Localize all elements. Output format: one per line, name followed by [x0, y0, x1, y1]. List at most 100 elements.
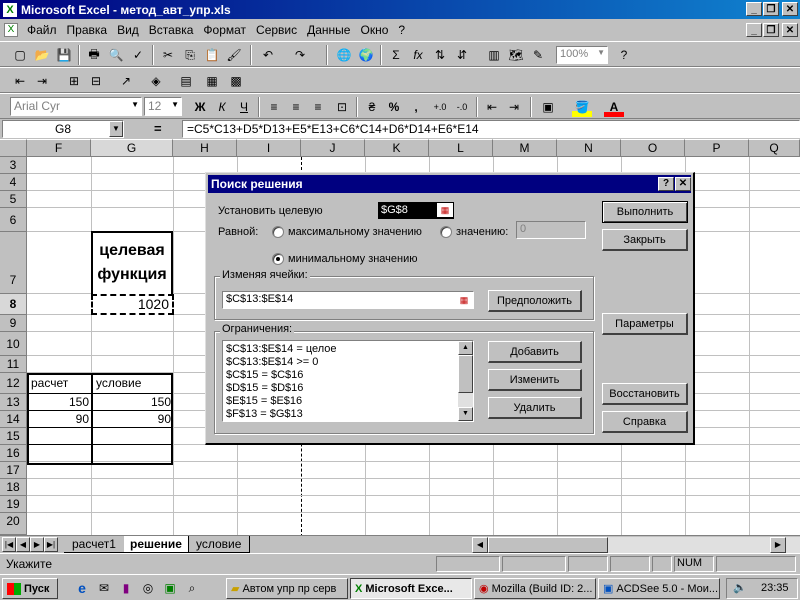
row-header[interactable]: 16 — [0, 445, 27, 462]
menu-format[interactable]: Формат — [198, 23, 251, 37]
help-button[interactable]: Справка — [602, 411, 688, 433]
row-header[interactable]: 11 — [0, 356, 27, 373]
row-header[interactable]: 4 — [0, 174, 27, 191]
print-icon[interactable]: 🖶 — [84, 45, 104, 65]
cell-g13[interactable]: 150 — [93, 395, 171, 409]
first-sheet-icon[interactable]: |◀ — [2, 537, 16, 552]
max-radio[interactable] — [272, 226, 284, 238]
task-folder[interactable]: ▰ Автом упр пр серв — [226, 578, 348, 599]
borders-icon[interactable]: ▣ — [538, 97, 558, 117]
list-scrollbar[interactable]: ▲ ▼ — [458, 341, 473, 421]
align-left-icon[interactable]: ≡ — [264, 97, 284, 117]
map-icon[interactable]: 🗺 — [506, 45, 526, 65]
menu-view[interactable]: Вид — [112, 23, 144, 37]
doc-minimize-button[interactable]: _ — [746, 23, 762, 37]
menu-window[interactable]: Окно — [355, 23, 393, 37]
range-select-icon[interactable]: ▦ — [437, 203, 453, 217]
quicklaunch-icon[interactable]: ◎ — [140, 580, 156, 596]
prev-sheet-icon[interactable]: ◀ — [16, 537, 30, 552]
scroll-left-icon[interactable]: ◀ — [472, 537, 488, 553]
menu-help[interactable]: ? — [393, 23, 410, 37]
cell-f13[interactable]: 150 — [27, 395, 89, 409]
copy-icon[interactable]: ⎘ — [180, 45, 200, 65]
name-box[interactable]: G8 ▼ — [2, 120, 124, 138]
column-header[interactable]: Q — [749, 139, 800, 157]
merge-center-icon[interactable]: ⊡ — [332, 97, 352, 117]
scroll-thumb[interactable] — [488, 537, 608, 553]
scroll-right-icon[interactable]: ▶ — [770, 537, 786, 553]
close-button[interactable]: ✕ — [782, 2, 798, 16]
bold-button[interactable]: Ж — [190, 97, 210, 117]
column-header[interactable]: G — [91, 139, 173, 157]
menu-edit[interactable]: Правка — [62, 23, 113, 37]
scroll-down-icon[interactable]: ▼ — [458, 407, 473, 421]
row-header[interactable]: 10 — [0, 332, 27, 356]
range-select-icon[interactable]: ▦ — [456, 293, 472, 307]
sort-desc-icon[interactable]: ⇵ — [452, 45, 472, 65]
dialog-close-button[interactable]: ✕ — [675, 177, 691, 191]
scroll-up-icon[interactable]: ▲ — [458, 341, 473, 355]
column-header[interactable]: I — [237, 139, 301, 157]
font-select[interactable]: Arial Cyr ▼ — [10, 97, 142, 116]
min-radio[interactable] — [272, 253, 284, 265]
task-excel[interactable]: X Microsoft Exce... — [350, 578, 472, 599]
tab-reshenie[interactable]: решение — [124, 536, 189, 553]
quicklaunch-icon[interactable]: ▣ — [162, 580, 178, 596]
table-icon[interactable]: ▦ — [202, 71, 222, 91]
column-header[interactable]: J — [301, 139, 365, 157]
target-function-label[interactable]: целевая функция — [91, 231, 173, 294]
doc-close-button[interactable]: ✕ — [782, 23, 798, 37]
save-icon[interactable]: 💾 — [54, 45, 74, 65]
row-header[interactable]: 20 — [0, 513, 27, 535]
decrease-decimal-icon[interactable]: -.0 — [452, 97, 472, 117]
column-header[interactable]: O — [621, 139, 685, 157]
ie-icon[interactable]: e — [74, 580, 90, 596]
tab-uslovie[interactable]: условие — [188, 536, 251, 553]
row-header[interactable]: 17 — [0, 462, 27, 479]
changing-cells-input[interactable]: $C$13:$E$14 ▦ — [222, 291, 474, 309]
horizontal-scrollbar[interactable]: ◀ ▶ — [472, 537, 800, 553]
sort-asc-icon[interactable]: ⇅ — [430, 45, 450, 65]
print-preview-icon[interactable]: 🔍 — [106, 45, 126, 65]
doc-restore-button[interactable]: ❐ — [763, 23, 779, 37]
speaker-icon[interactable]: 🔈 — [733, 579, 747, 598]
solve-button[interactable]: Выполнить — [602, 201, 688, 223]
currency-icon[interactable]: ₴ — [362, 97, 382, 117]
start-button[interactable]: Пуск — [2, 578, 58, 599]
row-header[interactable]: 9 — [0, 315, 27, 332]
comma-button[interactable]: , — [406, 97, 426, 117]
new-file-icon[interactable]: ▢ — [10, 45, 30, 65]
min-radio-label[interactable]: минимальному значению — [288, 253, 418, 265]
menu-data[interactable]: Данные — [302, 23, 355, 37]
font-size-select[interactable]: 12 ▼ — [144, 97, 182, 116]
undo-icon[interactable]: ↶ — [258, 45, 278, 65]
list-item[interactable]: $D$15 = $D$16 — [226, 382, 470, 395]
menu-file[interactable]: Файл — [22, 23, 62, 37]
font-color-icon[interactable]: A — [604, 97, 624, 117]
menu-tools[interactable]: Сервис — [251, 23, 302, 37]
max-radio-label[interactable]: максимальному значению — [288, 226, 422, 238]
pivot-icon[interactable]: ◈ — [146, 71, 166, 91]
delete-button[interactable]: Удалить — [488, 397, 582, 419]
column-header[interactable]: K — [365, 139, 429, 157]
group-icon[interactable]: ⇥ — [32, 71, 52, 91]
function-icon[interactable]: fx — [408, 45, 428, 65]
constraints-list[interactable]: $C$13:$E$14 = целое $C$13:$E$14 >= 0 $C$… — [222, 340, 474, 422]
format-painter-icon[interactable]: 🖌 — [224, 45, 244, 65]
row-header[interactable]: 7 — [0, 232, 27, 294]
column-header[interactable]: M — [493, 139, 557, 157]
italic-button[interactable]: К — [212, 97, 232, 117]
list-item[interactable]: $C$13:$E$14 >= 0 — [226, 356, 470, 369]
row-header[interactable]: 3 — [0, 157, 27, 174]
list-item[interactable]: $C$13:$E$14 = целое — [226, 343, 470, 356]
open-folder-icon[interactable]: 📂 — [32, 45, 52, 65]
increase-indent-icon[interactable]: ⇥ — [504, 97, 524, 117]
underline-button[interactable]: Ч — [234, 97, 254, 117]
refresh-icon[interactable]: ▤ — [176, 71, 196, 91]
scroll-thumb[interactable] — [458, 355, 473, 393]
quicklaunch-icon[interactable]: ⌕ — [184, 580, 200, 596]
row-header[interactable]: 18 — [0, 479, 27, 496]
formula-input[interactable]: =C5*C13+D5*D13+E5*E13+C6*C14+D6*D14+E6*E… — [182, 120, 800, 138]
list-item[interactable]: $E$15 = $E$16 — [226, 395, 470, 408]
row-header[interactable]: 5 — [0, 191, 27, 208]
